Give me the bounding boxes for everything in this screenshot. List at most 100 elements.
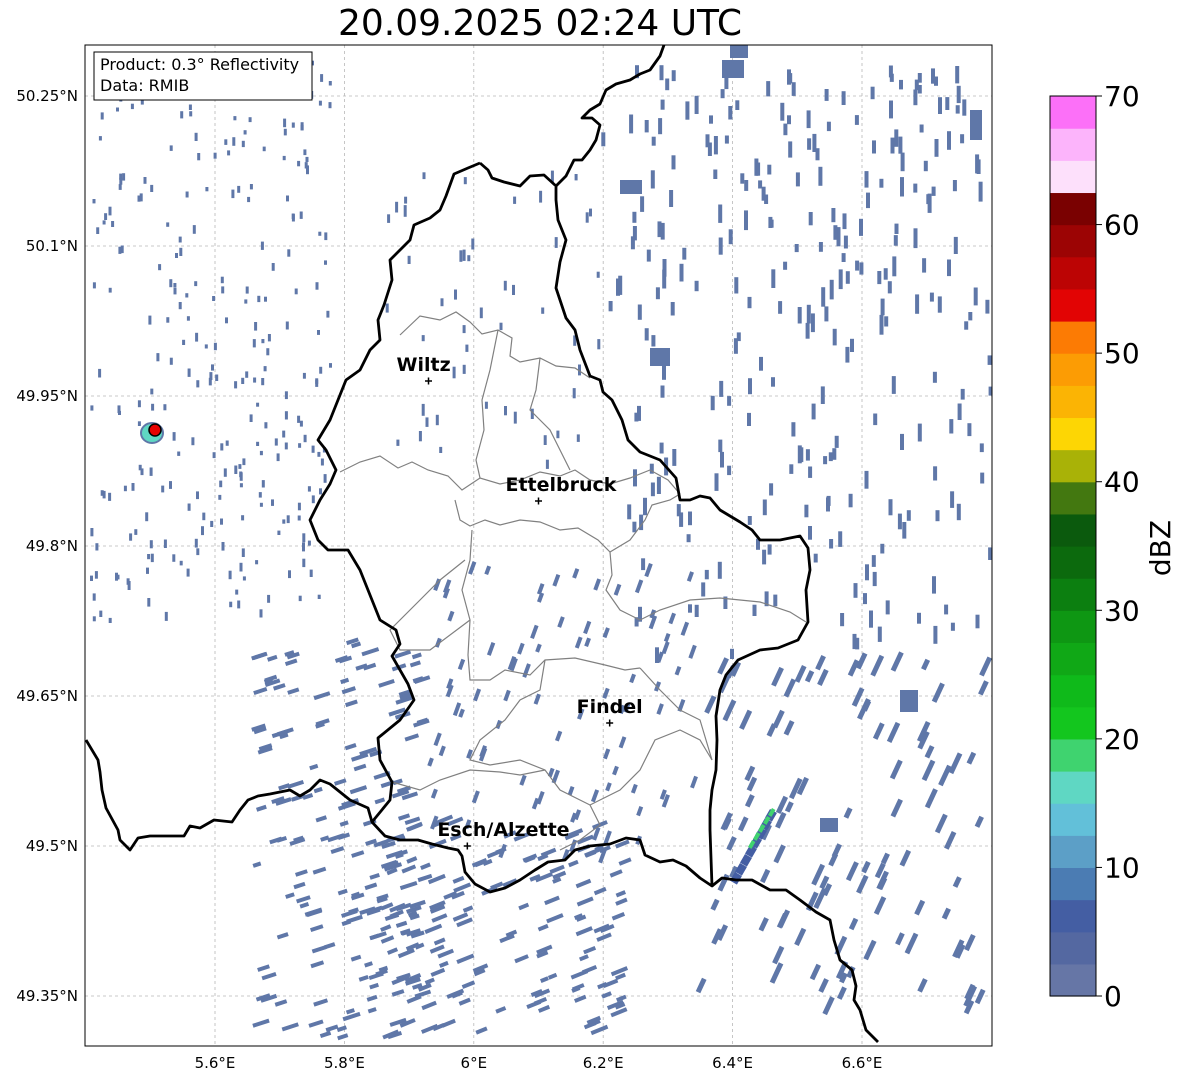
echo-pixel xyxy=(430,967,446,977)
echo-pixel xyxy=(873,896,887,915)
echo-pixel xyxy=(583,945,597,955)
echo-pixel xyxy=(195,332,199,342)
echo-pixel xyxy=(953,236,958,254)
echo-pixel xyxy=(204,344,208,349)
echo-pixel xyxy=(815,148,820,161)
echo-pixel xyxy=(538,1004,551,1013)
echo-pixel xyxy=(224,139,228,145)
echo-pixel xyxy=(574,636,583,649)
echo-pixel xyxy=(679,263,684,282)
echo-pixel xyxy=(180,111,184,119)
echo-pixel xyxy=(108,206,112,216)
echo-pixel xyxy=(806,110,811,129)
echo-pixel xyxy=(661,641,670,655)
echo-pixel xyxy=(733,338,738,354)
echo-pixel xyxy=(276,932,289,940)
echo-pixel xyxy=(320,458,324,466)
colorbar-segment xyxy=(1050,803,1096,836)
echo-pixel xyxy=(576,434,580,442)
echo-pixel xyxy=(283,128,287,136)
echo-pixel xyxy=(296,895,311,904)
lon-tick-label: 5.6°E xyxy=(195,1054,236,1072)
echo-pixel xyxy=(239,562,243,572)
echo-pixel xyxy=(677,699,686,712)
echo-pixel xyxy=(345,1008,355,1015)
echo-pixel xyxy=(767,544,772,555)
echo-pixel xyxy=(433,732,442,747)
echo-pixel xyxy=(330,846,345,855)
echo-pixel xyxy=(309,569,313,577)
echo-pixel xyxy=(137,400,141,408)
echo-pixel xyxy=(484,565,492,576)
echo-pixel xyxy=(129,533,133,541)
info-product: Product: 0.3° Reflectivity xyxy=(100,55,299,74)
echo-pixel xyxy=(486,642,496,656)
echo-pixel xyxy=(848,493,853,508)
echo-pixel xyxy=(583,620,592,635)
echo-pixel xyxy=(310,960,325,969)
echo-pixel xyxy=(921,759,936,782)
echo-pixel xyxy=(863,939,877,961)
colorbar-segment xyxy=(1050,610,1096,644)
echo-pixel xyxy=(256,402,260,407)
echo-pixel xyxy=(241,377,245,384)
echo-pixel xyxy=(541,307,545,314)
echo-pixel xyxy=(264,422,268,429)
echo-pixel xyxy=(544,895,560,906)
echo-pixel xyxy=(730,648,734,659)
echo-pixel xyxy=(261,339,265,344)
echo-pixel xyxy=(234,381,238,389)
echo-pixel xyxy=(710,898,720,911)
colorbar-segment xyxy=(1050,835,1096,869)
echo-pixel xyxy=(581,964,598,975)
echo-pixel xyxy=(883,268,888,280)
echo-pixel xyxy=(462,325,466,334)
echo-pixel xyxy=(90,575,93,581)
echo-pixel xyxy=(758,917,769,932)
echo-pixel xyxy=(281,1022,299,1032)
map-gridlines xyxy=(85,45,992,1046)
echo-pixel xyxy=(887,281,892,294)
echo-pixel xyxy=(826,495,831,506)
echo-pixel xyxy=(710,395,715,411)
radar-site-marker xyxy=(148,423,162,437)
colorbar-segment xyxy=(1050,771,1096,804)
echo-pixel xyxy=(759,356,763,371)
echo-pixel xyxy=(361,647,380,657)
echo-pixel xyxy=(219,480,223,488)
echo-pixel xyxy=(406,856,418,864)
echo-pixel xyxy=(457,658,466,671)
echo-pixel xyxy=(922,258,927,273)
echo-pixel xyxy=(845,346,850,363)
echo-pixel xyxy=(517,642,525,655)
echo-pixel xyxy=(163,404,167,411)
echo-pixel xyxy=(694,604,699,617)
echo-pixel xyxy=(841,253,846,262)
echo-pixel xyxy=(841,91,846,105)
echo-pixel xyxy=(326,310,330,318)
echo-pixel xyxy=(728,106,733,120)
echo-pixel xyxy=(540,976,549,984)
echo-pixel xyxy=(111,221,115,227)
echo-pixel xyxy=(685,101,690,120)
echo-pixel xyxy=(341,686,356,695)
echo-pixel xyxy=(118,246,122,254)
echo-pixel xyxy=(719,380,724,397)
echo-pixel xyxy=(514,954,529,964)
colorbar-tick-label: 20 xyxy=(1104,723,1140,756)
echo-pixel xyxy=(396,439,400,446)
echo-pixel xyxy=(919,124,924,133)
border-luxembourg xyxy=(85,161,812,894)
echo-pixel xyxy=(303,149,307,156)
echo-pixel xyxy=(317,330,320,335)
echo-pixel xyxy=(627,504,632,520)
echo-pixel xyxy=(223,468,227,477)
echo-pixel xyxy=(651,335,656,347)
echo-pixel xyxy=(237,185,241,193)
echo-pixel xyxy=(952,876,962,888)
echo-pixel xyxy=(261,971,277,981)
echo-pixel xyxy=(748,378,752,395)
echo-pixel xyxy=(837,986,847,1000)
echo-cell xyxy=(650,348,670,366)
echo-pixel xyxy=(324,232,328,241)
